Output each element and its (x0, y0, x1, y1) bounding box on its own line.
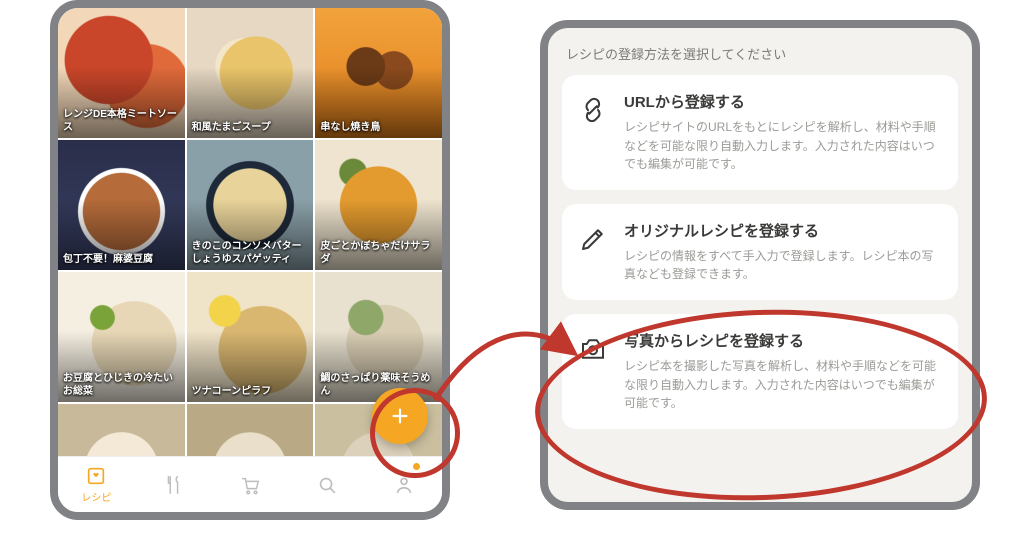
recipe-tile[interactable] (58, 404, 185, 458)
food-photo (187, 404, 314, 458)
option-desc: レシピの情報をすべて手入力で登録します。レシピ本の写真なども登録できます。 (624, 247, 942, 284)
tab-search[interactable] (288, 457, 365, 512)
option-register-original[interactable]: オリジナルレシピを登録する レシピの情報をすべて手入力で登録します。レシピ本の写… (562, 204, 958, 300)
option-desc: レシピ本を撮影した写真を解析し、材料や手順などを可能な限り自動入力します。入力さ… (624, 357, 942, 413)
recipe-tile[interactable]: 鯛のさっぱり薬味そうめん (315, 272, 442, 402)
recipe-tile[interactable]: 皮ごとかぼちゃだけサラダ (315, 140, 442, 270)
tab-recipe[interactable]: レシピ (58, 457, 135, 512)
recipe-tile[interactable]: 和風たまごスープ (187, 8, 314, 138)
recipe-tile[interactable]: 串なし焼き鳥 (315, 8, 442, 138)
search-icon (316, 474, 338, 496)
option-desc: レシピサイトのURLをもとにレシピを解析し、材料や手順などを可能な限り自動入力し… (624, 118, 942, 174)
option-body: URLから登録する レシピサイトのURLをもとにレシピを解析し、材料や手順などを… (624, 91, 942, 174)
recipe-tile[interactable]: レンジDE本格ミートソース (58, 8, 185, 138)
option-body: 写真からレシピを登録する レシピ本を撮影した写真を解析し、材料や手順などを可能な… (624, 330, 942, 413)
recipe-title: 串なし焼き鳥 (315, 118, 385, 139)
cart-icon (239, 474, 261, 496)
sheet-heading: レシピの登録方法を選択してください (566, 44, 954, 63)
recipe-tile[interactable] (187, 404, 314, 458)
option-title: 写真からレシピを登録する (624, 330, 942, 351)
recipe-grid: レンジDE本格ミートソース 和風たまごスープ 串なし焼き鳥 包丁不要！麻婆豆腐 … (58, 8, 442, 458)
add-recipe-method-sheet: レシピの登録方法を選択してください URLから登録する レシピサイトのURLをも… (540, 20, 980, 510)
recipe-title: きのこのコンソメバターしょうゆスパゲッティ (187, 237, 314, 270)
tab-label: レシピ (81, 489, 111, 504)
notification-dot (413, 463, 420, 470)
option-register-from-photo[interactable]: 写真からレシピを登録する レシピ本を撮影した写真を解析し、材料や手順などを可能な… (562, 314, 958, 429)
recipe-title: 皮ごとかぼちゃだけサラダ (315, 237, 442, 270)
recipe-tile[interactable]: お豆腐とひじきの冷たいお総菜 (58, 272, 185, 402)
plus-icon (389, 405, 411, 427)
profile-icon (393, 474, 415, 496)
recipe-title: 包丁不要！麻婆豆腐 (58, 250, 158, 271)
link-icon (576, 91, 610, 125)
food-photo (58, 404, 185, 458)
add-recipe-fab[interactable] (372, 388, 428, 444)
cutlery-icon (162, 474, 184, 496)
recipe-title: 和風たまごスープ (187, 118, 276, 139)
option-body: オリジナルレシピを登録する レシピの情報をすべて手入力で登録します。レシピ本の写… (624, 220, 942, 284)
option-title: オリジナルレシピを登録する (624, 220, 942, 241)
recipe-tile[interactable]: ツナコーンピラフ (187, 272, 314, 402)
recipe-title: お豆腐とひじきの冷たいお総菜 (58, 369, 185, 402)
bottom-tab-bar: レシピ (58, 456, 442, 512)
recipe-app-phone: レンジDE本格ミートソース 和風たまごスープ 串なし焼き鳥 包丁不要！麻婆豆腐 … (50, 0, 450, 520)
option-register-from-url[interactable]: URLから登録する レシピサイトのURLをもとにレシピを解析し、材料や手順などを… (562, 75, 958, 190)
recipe-title: レンジDE本格ミートソース (58, 105, 185, 138)
heart-book-icon (85, 465, 107, 487)
tab-profile[interactable] (365, 457, 442, 512)
tab-shopping[interactable] (212, 457, 289, 512)
recipe-tile[interactable]: 包丁不要！麻婆豆腐 (58, 140, 185, 270)
option-title: URLから登録する (624, 91, 942, 112)
recipe-title: ツナコーンピラフ (187, 382, 277, 403)
tab-meal-plan[interactable] (135, 457, 212, 512)
recipe-tile[interactable]: きのこのコンソメバターしょうゆスパゲッティ (187, 140, 314, 270)
camera-icon (576, 330, 610, 364)
pencil-icon (576, 220, 610, 254)
